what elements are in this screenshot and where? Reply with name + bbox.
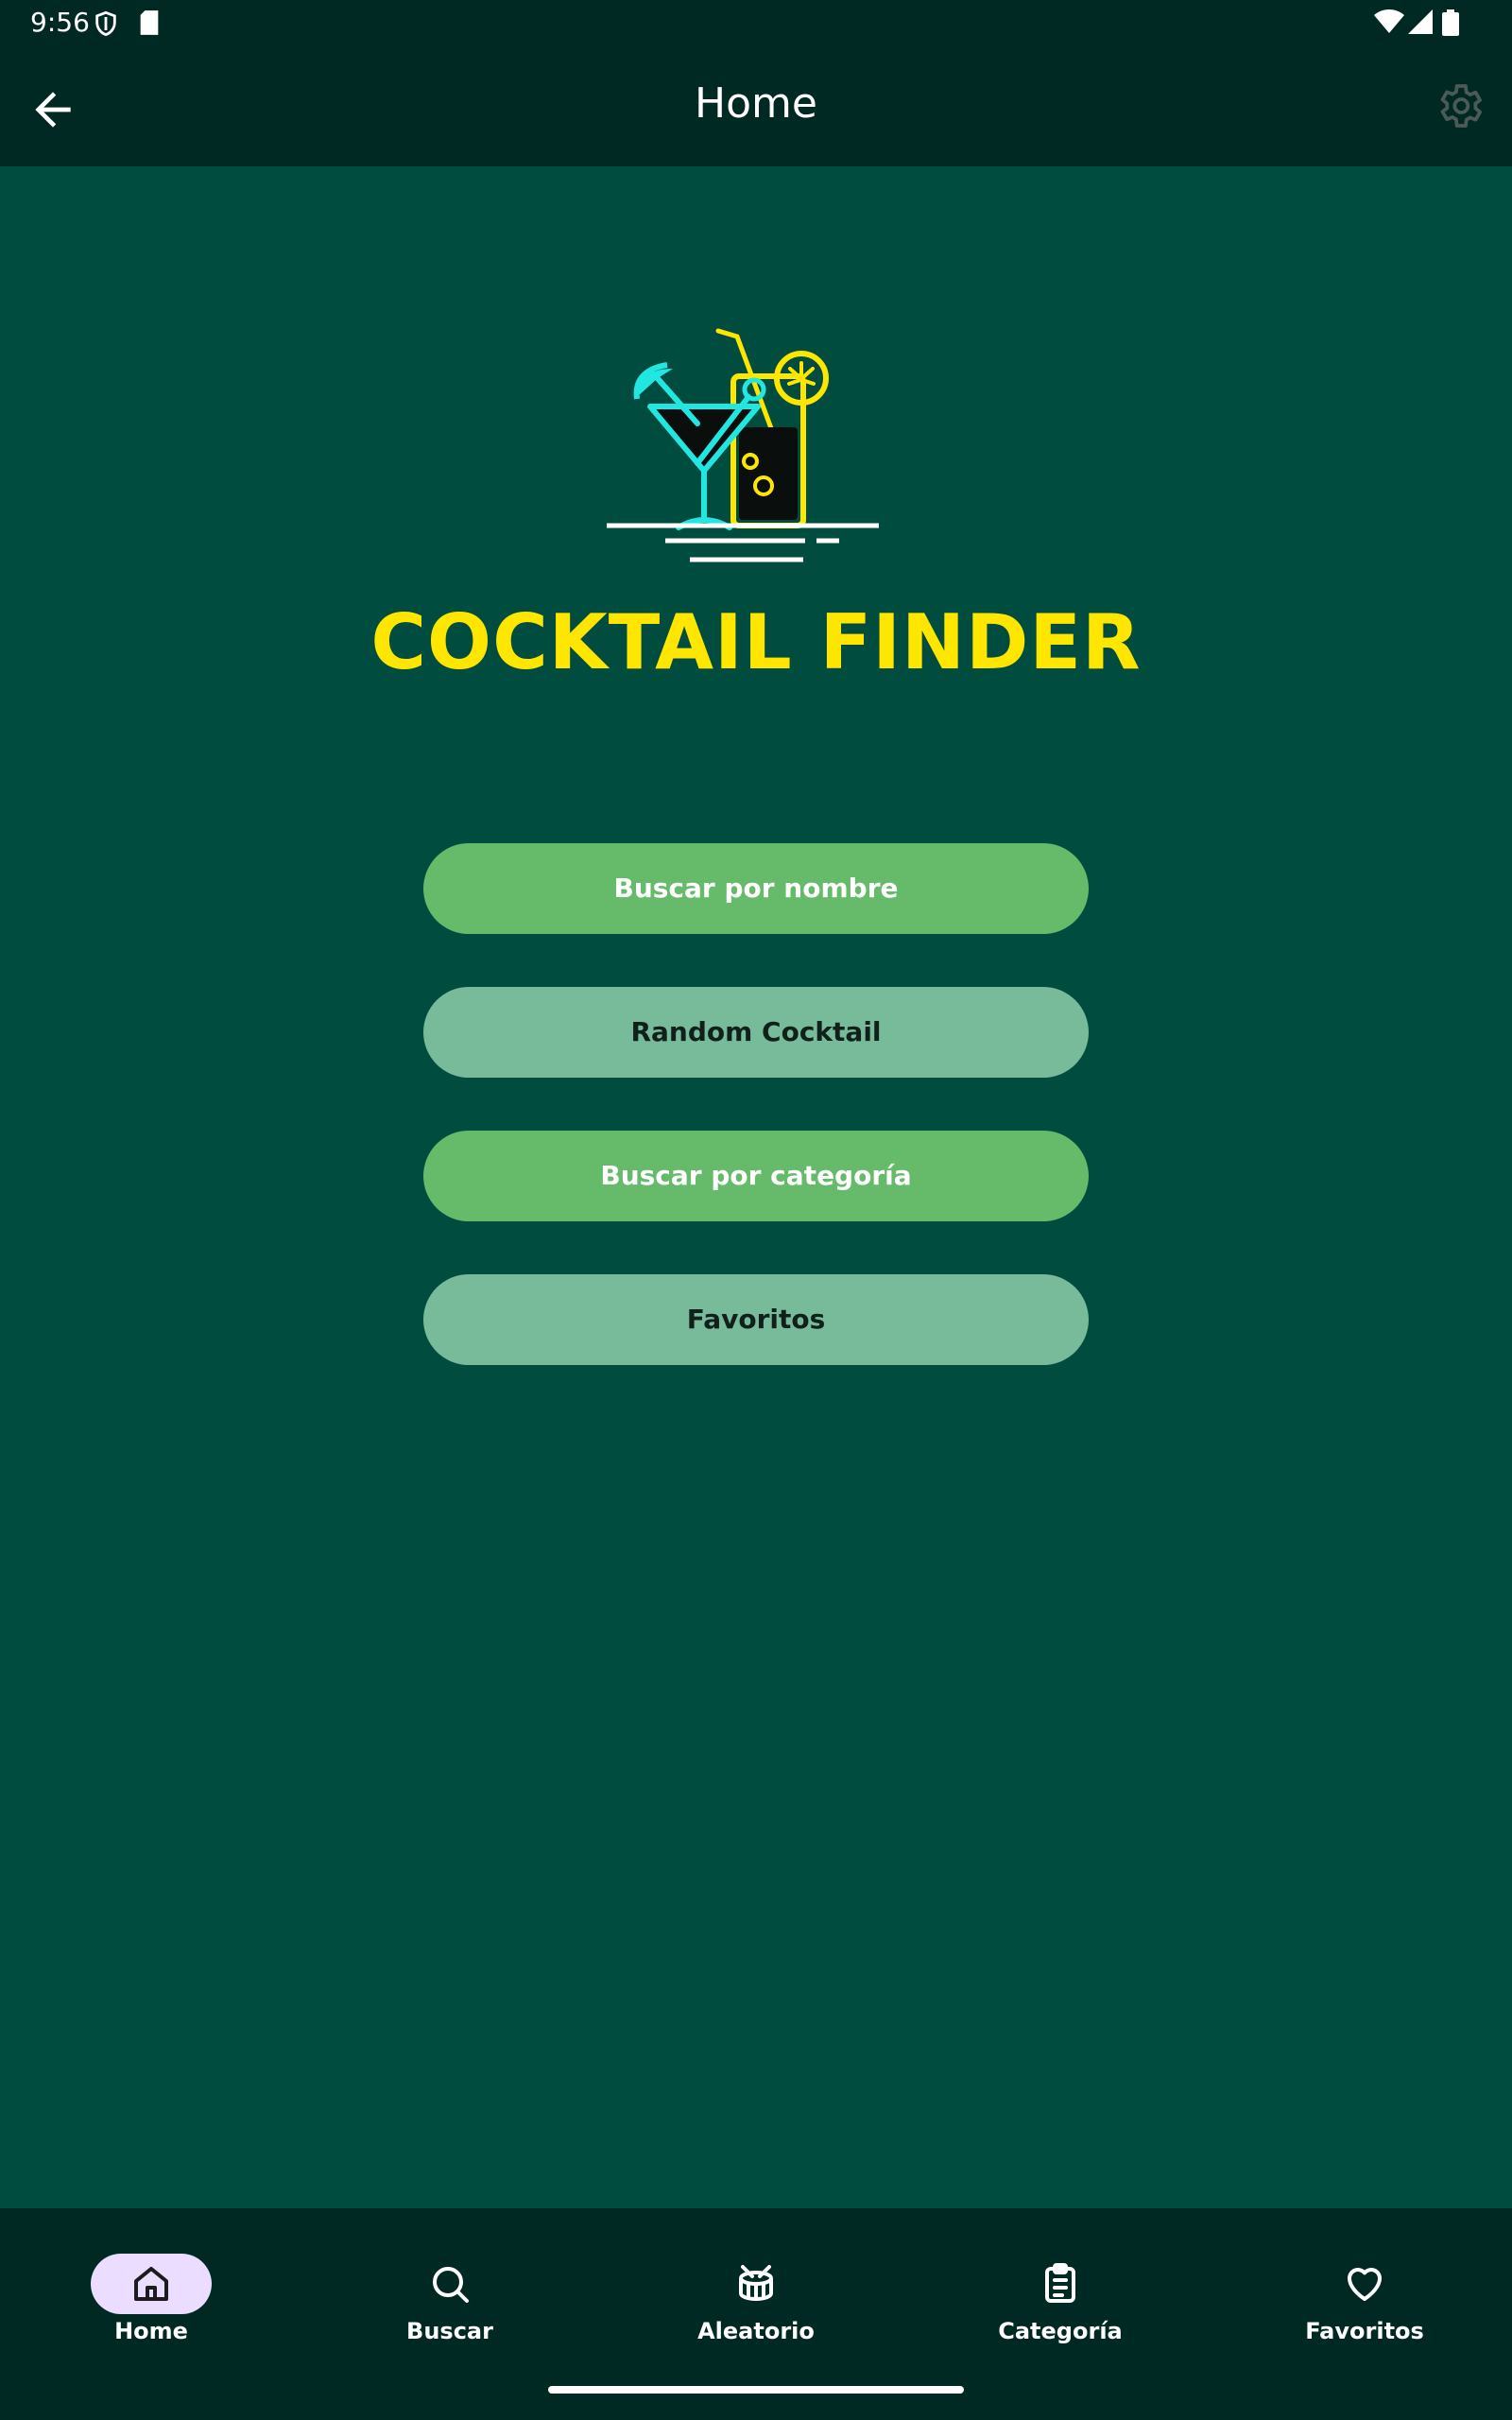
random-cocktail-button[interactable]: Random Cocktail — [423, 987, 1089, 1078]
cocktail-logo-icon — [607, 328, 879, 562]
sd-card-icon — [138, 9, 161, 41]
nav-item-home[interactable]: Home — [0, 2231, 302, 2344]
search-by-name-button[interactable]: Buscar por nombre — [423, 843, 1089, 934]
top-app-bar: Home — [0, 45, 1512, 166]
gesture-home-indicator[interactable] — [548, 2386, 964, 2394]
clipboard-list-icon — [1045, 2263, 1075, 2303]
drum-icon — [739, 2265, 773, 2302]
nav-item-category[interactable]: Categoría — [909, 2231, 1211, 2344]
app-screen: 9:56 Home COCKTAIL FINDER Buscar por nom… — [0, 0, 1512, 2420]
cocktail-logo — [595, 312, 898, 577]
nav-item-favorites[interactable]: Favoritos — [1213, 2231, 1512, 2344]
signal-icon — [1408, 9, 1433, 39]
heart-icon — [1348, 2268, 1382, 2301]
battery-icon — [1442, 9, 1459, 41]
search-icon — [433, 2267, 469, 2303]
nav-label-random: Aleatorio — [697, 2318, 815, 2344]
app-brand-title: COCKTAIL FINDER — [370, 598, 1142, 686]
shield-icon — [93, 9, 119, 43]
nav-label-favorites: Favoritos — [1305, 2318, 1424, 2344]
settings-button[interactable] — [1433, 79, 1486, 132]
nav-label-home: Home — [114, 2318, 188, 2344]
search-by-category-button[interactable]: Buscar por categoría — [423, 1131, 1089, 1221]
status-time: 9:56 — [30, 7, 90, 38]
nav-item-random[interactable]: Aleatorio — [605, 2231, 907, 2344]
gear-icon — [1440, 84, 1483, 128]
nav-label-category: Categoría — [998, 2318, 1123, 2344]
home-icon — [134, 2267, 168, 2301]
bottom-navigation: Home Buscar Aleatorio Categoría Favorito… — [0, 2208, 1512, 2420]
wifi-icon — [1374, 9, 1404, 39]
favorites-button[interactable]: Favoritos — [423, 1274, 1089, 1365]
page-title: Home — [695, 79, 817, 128]
nav-label-search: Buscar — [406, 2318, 493, 2344]
nav-item-search[interactable]: Buscar — [299, 2231, 601, 2344]
status-bar: 9:56 — [0, 0, 1512, 45]
